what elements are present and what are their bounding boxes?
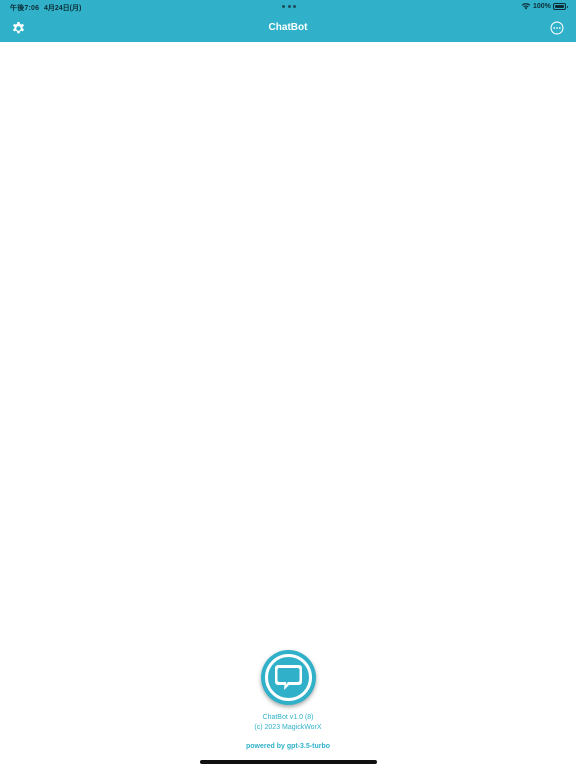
multitasking-dots-icon[interactable] [282,5,296,9]
ellipsis-circle-icon [550,21,564,35]
chat-message-area[interactable] [0,42,576,642]
status-date: 4月24日(月) [44,5,82,12]
battery-fill [555,5,564,8]
battery-icon [553,3,568,10]
page-title: ChatBot [268,22,308,33]
chat-bubble-icon [275,665,302,690]
status-time: 午後7:06 [10,5,40,12]
copyright-label: (c) 2023 MagickWorX [254,724,322,731]
app-screen: 午後7:06 4月24日(月) 100% ChatBot ChatBot v1.… [0,0,576,768]
more-options-button[interactable] [550,21,564,35]
status-bar: 午後7:06 4月24日(月) 100% [0,0,576,14]
powered-by-label: powered by gpt-3.5-turbo [246,743,330,750]
app-version-label: ChatBot v1.0 (8) [262,714,314,721]
battery-percentage: 100% [533,3,551,10]
chat-logo-button[interactable] [261,650,316,705]
navigation-bar: ChatBot [0,14,576,42]
top-bar: 午後7:06 4月24日(月) 100% ChatBot [0,0,576,42]
wifi-icon [521,3,531,10]
home-indicator[interactable] [200,760,377,764]
